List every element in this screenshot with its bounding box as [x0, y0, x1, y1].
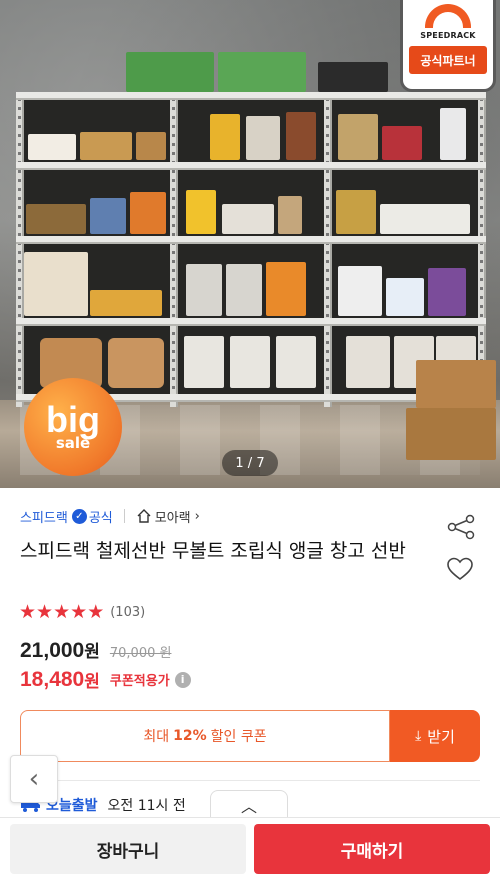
- expand-tab[interactable]: ︿: [210, 790, 288, 818]
- coupon-price-label: 쿠폰적용가: [109, 674, 170, 689]
- brand-name: SPEEDRACK: [420, 31, 476, 40]
- speedrack-logo-icon: [425, 4, 471, 28]
- chevron-left-icon: ‹: [28, 764, 40, 794]
- verified-icon: ✓: [71, 508, 87, 524]
- share-icon[interactable]: [446, 514, 476, 540]
- big-sale-big-text: big: [46, 399, 100, 440]
- top-box-2: [218, 52, 306, 92]
- receive-coupon-label: 받기: [427, 727, 455, 746]
- chevron-up-icon: ︿: [240, 796, 257, 816]
- product-title: 스피드랙 철제선반 무볼트 조립식 앵글 창고 선반: [20, 540, 406, 562]
- store-name-link[interactable]: 스피드랙: [20, 507, 68, 526]
- star-icon: ★: [19, 601, 37, 623]
- basket-1: [416, 360, 496, 408]
- coupon-price: 18,480: [20, 667, 85, 691]
- coupon-prefix: 최대: [143, 729, 170, 745]
- store-row: 스피드랙 ✓ 공식 모아랙 ›: [20, 506, 200, 526]
- review-count[interactable]: (103): [110, 605, 145, 620]
- bottom-action-bar: 장바구니 구매하기: [0, 817, 500, 879]
- sale-price-unit: 원: [84, 642, 100, 662]
- coupon-box[interactable]: 최대 12% 할인 쿠폰: [20, 710, 390, 762]
- price-row: 21,000 원 70,000 원: [20, 637, 171, 663]
- download-icon: ⤓: [415, 728, 422, 744]
- official-partner-label: 공식파트너: [409, 46, 487, 74]
- section-divider: [20, 780, 480, 781]
- home-icon: [136, 508, 152, 524]
- official-label: 공식: [88, 510, 113, 526]
- info-icon[interactable]: i: [174, 671, 191, 688]
- image-counter: 1 / 7: [222, 450, 278, 476]
- rating-row[interactable]: ★ ★ ★ ★ ★ (103): [19, 603, 145, 622]
- coupon-percent: 12%: [173, 728, 207, 744]
- original-price: 70,000 원: [109, 646, 172, 661]
- top-box-1: [126, 52, 214, 92]
- big-sale-sale-text: sale: [55, 434, 91, 452]
- store-home-link[interactable]: 모아랙: [155, 507, 191, 526]
- top-box-3: [318, 62, 388, 92]
- divider: [123, 509, 125, 523]
- star-icon: ★: [70, 601, 88, 623]
- star-icon: ★: [36, 601, 54, 623]
- brand-badge: SPEEDRACK 공식파트너: [400, 0, 496, 92]
- receive-coupon-button[interactable]: ⤓ 받기: [390, 710, 480, 762]
- product-image-carousel[interactable]: SPEEDRACK 공식파트너 big sale 1 / 7: [0, 0, 500, 488]
- shipping-time: 오전 11시 전: [107, 798, 186, 814]
- chevron-right-icon: ›: [194, 508, 200, 524]
- heart-icon[interactable]: [446, 556, 474, 582]
- coupon-price-row: 18,480 원 쿠폰적용가 i: [20, 667, 191, 692]
- coupon-price-unit: 원: [84, 672, 100, 692]
- sale-price: 21,000: [20, 639, 85, 662]
- buy-now-button[interactable]: 구매하기: [254, 824, 490, 874]
- coupon-suffix: 할인 쿠폰: [210, 729, 267, 745]
- add-to-cart-button[interactable]: 장바구니: [10, 824, 246, 874]
- big-sale-badge: big sale: [24, 378, 122, 476]
- back-button[interactable]: ‹: [10, 755, 58, 803]
- star-icon: ★: [53, 601, 71, 623]
- star-icon: ★: [87, 601, 105, 623]
- basket-2: [406, 408, 496, 460]
